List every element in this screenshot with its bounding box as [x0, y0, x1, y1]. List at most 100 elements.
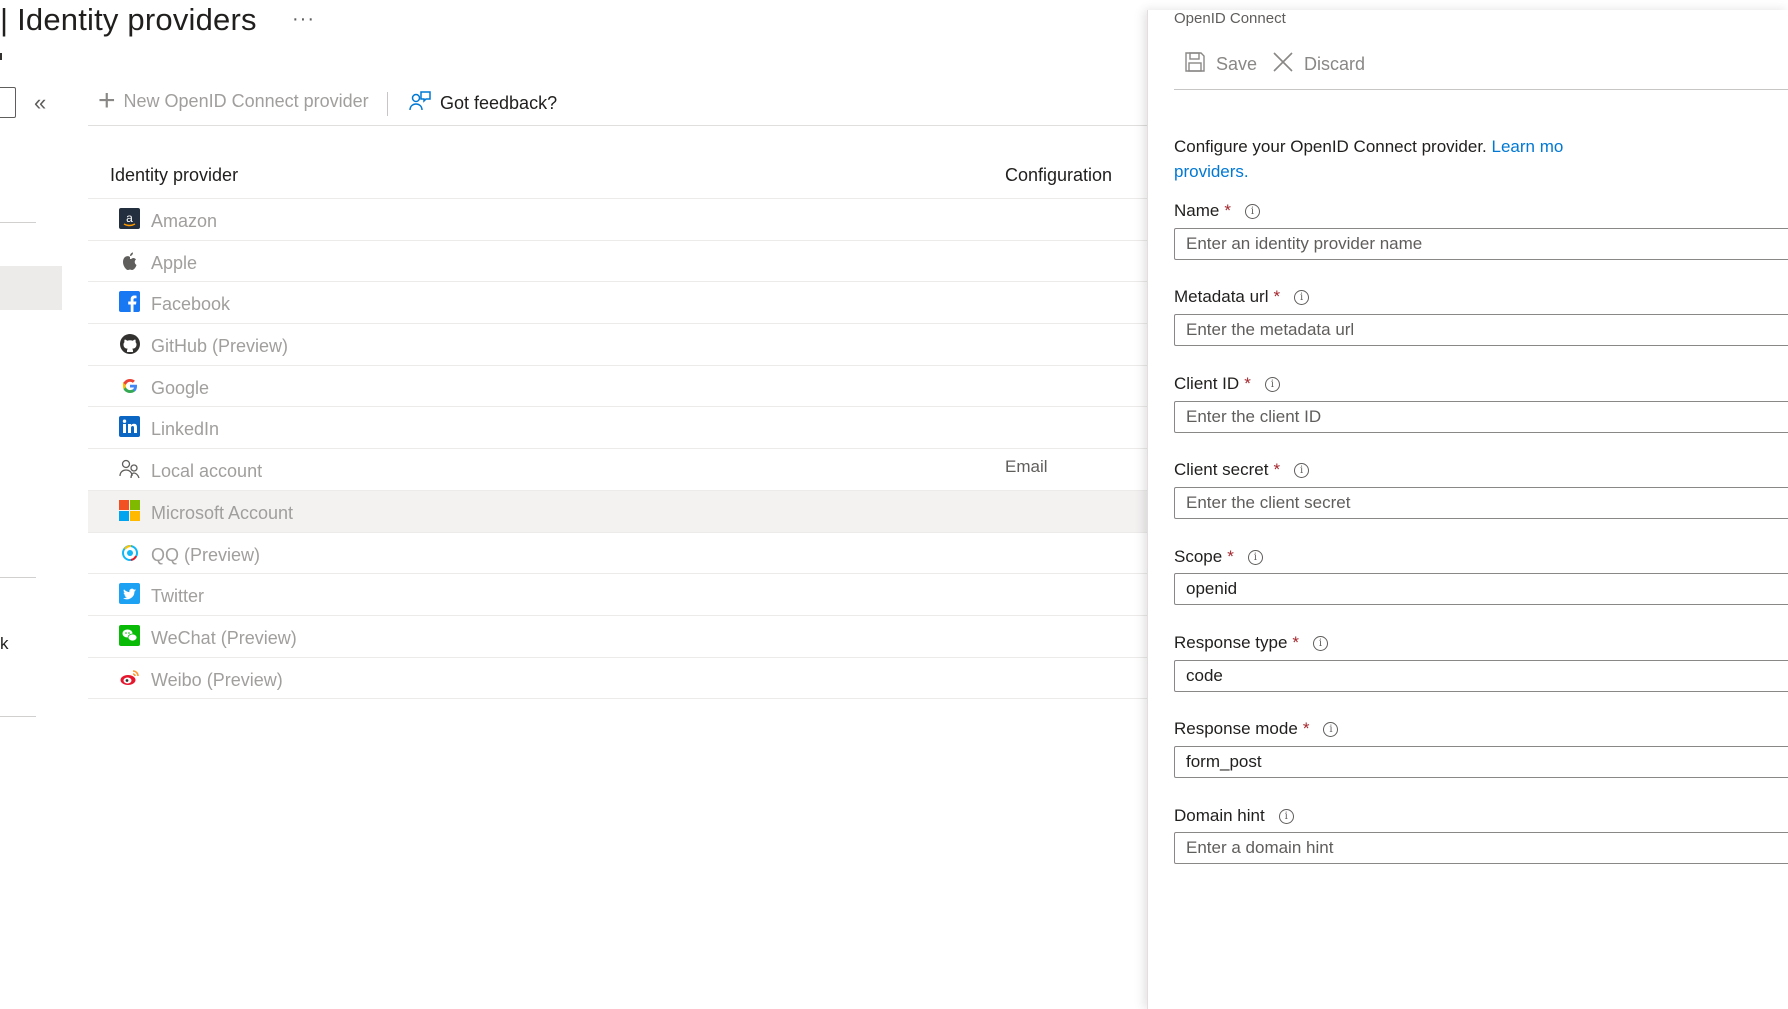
- subtitle-fragment: [0, 53, 2, 60]
- provider-name[interactable]: Weibo (Preview): [151, 670, 283, 691]
- provider-name[interactable]: Amazon: [151, 211, 217, 232]
- command-separator: [387, 92, 388, 116]
- openid-connect-panel: OpenID Connect Save Discard Configure yo…: [1147, 10, 1788, 1009]
- page-title: | Identity providers: [0, 2, 257, 37]
- nav-item-label-partial[interactable]: k: [0, 634, 9, 654]
- client-id-input[interactable]: [1174, 401, 1788, 433]
- table-row[interactable]: WeChat (Preview): [88, 616, 1148, 658]
- discard-button[interactable]: Discard: [1272, 51, 1365, 78]
- table-row[interactable]: a Amazon: [88, 199, 1148, 241]
- domain-hint-label: Domain hint: [1174, 806, 1265, 825]
- panel-title: OpenID Connect: [1174, 10, 1286, 27]
- nav-divider: [0, 577, 36, 578]
- provider-name[interactable]: Apple: [151, 253, 197, 274]
- required-marker: *: [1273, 460, 1281, 479]
- required-marker: *: [1273, 287, 1281, 306]
- info-icon[interactable]: i: [1247, 549, 1263, 565]
- required-marker: *: [1244, 374, 1251, 393]
- response-mode-label: Response mode: [1174, 719, 1298, 738]
- provider-name[interactable]: Google: [151, 378, 209, 399]
- info-icon[interactable]: i: [1244, 203, 1260, 219]
- google-icon: [119, 375, 141, 397]
- response-type-input[interactable]: [1174, 660, 1788, 692]
- table-row[interactable]: Facebook: [88, 282, 1148, 325]
- provider-name[interactable]: Facebook: [151, 294, 230, 315]
- client-secret-field-label: Client secret * i: [1174, 460, 1310, 480]
- response-mode-input[interactable]: [1174, 746, 1788, 778]
- nav-divider: [0, 222, 36, 223]
- save-button[interactable]: Save: [1184, 51, 1257, 78]
- collapse-nav-icon[interactable]: «: [34, 90, 46, 116]
- provider-name[interactable]: Microsoft Account: [151, 503, 293, 524]
- nav-divider: [0, 716, 36, 717]
- client-secret-label: Client secret: [1174, 460, 1269, 479]
- required-marker: *: [1227, 547, 1234, 566]
- table-row[interactable]: QQ (Preview): [88, 533, 1148, 575]
- feedback-label: Got feedback?: [440, 93, 558, 113]
- table-row[interactable]: LinkedIn: [88, 407, 1148, 450]
- info-icon[interactable]: i: [1294, 462, 1310, 478]
- provider-configuration: Email: [1005, 457, 1048, 477]
- scope-input[interactable]: [1174, 573, 1788, 605]
- save-label: Save: [1216, 54, 1258, 74]
- provider-name[interactable]: WeChat (Preview): [151, 628, 297, 649]
- table-row[interactable]: Microsoft Account: [88, 490, 1148, 533]
- nav-item-selected[interactable]: [0, 266, 62, 310]
- more-options-button[interactable]: ···: [292, 8, 315, 31]
- weibo-icon: [119, 667, 141, 689]
- response-mode-field-label: Response mode * i: [1174, 719, 1339, 739]
- table-row[interactable]: Local account Email: [88, 449, 1148, 491]
- provider-name[interactable]: GitHub (Preview): [151, 336, 288, 357]
- info-icon[interactable]: i: [1323, 721, 1339, 737]
- name-label: Name: [1174, 201, 1220, 220]
- client-secret-input[interactable]: [1174, 487, 1788, 519]
- identity-providers-table: Identity provider Configuration a Amazon…: [88, 155, 1148, 700]
- table-row[interactable]: GitHub (Preview): [88, 324, 1148, 366]
- facebook-icon: [119, 291, 141, 313]
- info-icon[interactable]: i: [1264, 376, 1280, 392]
- wechat-icon: [119, 624, 141, 647]
- metadata-url-input[interactable]: [1174, 314, 1788, 346]
- panel-description: Configure your OpenID Connect provider. …: [1174, 134, 1788, 184]
- table-row[interactable]: Weibo (Preview): [88, 658, 1148, 700]
- local-account-icon: [119, 458, 141, 480]
- twitter-icon: [119, 583, 141, 605]
- response-type-field-label: Response type * i: [1174, 633, 1329, 653]
- client-id-field-label: Client ID * i: [1174, 374, 1280, 394]
- save-icon: [1184, 51, 1206, 78]
- scope-field-label: Scope * i: [1174, 547, 1263, 567]
- plus-icon: +: [98, 84, 116, 117]
- domain-hint-input[interactable]: [1174, 832, 1788, 864]
- required-marker: *: [1224, 201, 1231, 220]
- table-row[interactable]: Twitter: [88, 574, 1148, 616]
- table-header: Identity provider Configuration: [88, 155, 1148, 199]
- info-icon[interactable]: i: [1278, 808, 1294, 824]
- new-openid-provider-label: New OpenID Connect provider: [123, 90, 369, 111]
- discard-label: Discard: [1304, 54, 1366, 74]
- qq-icon: [119, 542, 141, 564]
- info-icon[interactable]: i: [1294, 289, 1310, 305]
- name-input[interactable]: [1174, 228, 1788, 260]
- new-openid-provider-button[interactable]: + New OpenID Connect provider: [98, 84, 369, 117]
- provider-name[interactable]: LinkedIn: [151, 419, 219, 440]
- provider-name[interactable]: Twitter: [151, 586, 204, 607]
- table-row[interactable]: Apple: [88, 241, 1148, 283]
- table-row[interactable]: Google: [88, 366, 1148, 408]
- provider-name[interactable]: QQ (Preview): [151, 545, 260, 566]
- svg-text:a: a: [126, 211, 133, 225]
- github-icon: [119, 333, 141, 355]
- learn-more-link[interactable]: Learn mo: [1492, 137, 1564, 156]
- name-field-label: Name * i: [1174, 201, 1260, 221]
- column-header-configuration[interactable]: Configuration: [1005, 165, 1112, 186]
- panel-description-text: Configure your OpenID Connect provider.: [1174, 137, 1492, 156]
- info-icon[interactable]: i: [1313, 635, 1329, 651]
- close-icon: [1272, 51, 1294, 78]
- nav-search-input[interactable]: [0, 87, 16, 118]
- metadata-url-field-label: Metadata url * i: [1174, 287, 1310, 307]
- column-header-identity-provider[interactable]: Identity provider: [110, 165, 238, 186]
- learn-more-link-continued[interactable]: providers.: [1174, 162, 1249, 181]
- feedback-button[interactable]: Got feedback?: [408, 89, 557, 118]
- provider-name[interactable]: Local account: [151, 461, 262, 482]
- client-id-label: Client ID: [1174, 374, 1240, 393]
- domain-hint-field-label: Domain hint i: [1174, 806, 1294, 826]
